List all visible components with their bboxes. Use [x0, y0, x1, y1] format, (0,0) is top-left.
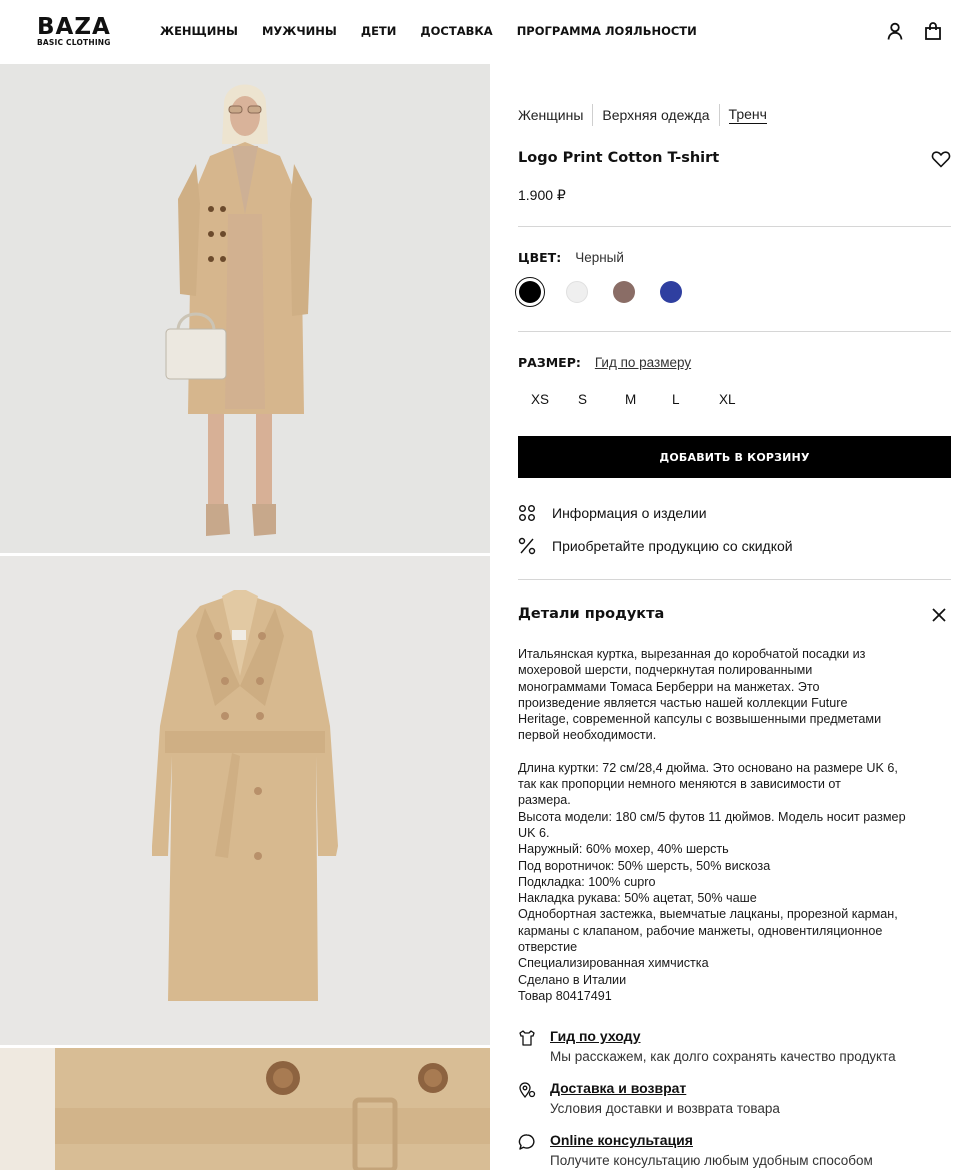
- discount-link[interactable]: Приобретайте продукцию со скидкой: [518, 537, 793, 555]
- online-consultation-link[interactable]: Online консультация: [550, 1132, 693, 1148]
- size-xs[interactable]: XS: [528, 392, 575, 407]
- breadcrumb-outerwear[interactable]: Верхняя одежда: [602, 107, 709, 123]
- logo-subtext: BASIC CLOTHING: [37, 38, 111, 47]
- add-to-cart-button[interactable]: ДОБАВИТЬ В КОРЗИНУ: [518, 436, 951, 478]
- care-icon: [519, 1030, 535, 1046]
- description-line: так как пропорции немного меняются в зав…: [518, 777, 841, 792]
- divider: [518, 226, 951, 227]
- description-line: карманы с клапаном, рабочие манжеты, одн…: [518, 923, 883, 938]
- description-line: отверстие: [518, 940, 578, 955]
- care-guide-link[interactable]: Гид по уходу: [550, 1028, 640, 1044]
- size-s[interactable]: S: [575, 392, 622, 407]
- product-info-label: Информация о изделии: [552, 505, 707, 521]
- delivery-return-link[interactable]: Доставка и возврат: [550, 1080, 686, 1096]
- size-options: XS S M L XL: [528, 392, 763, 407]
- swatch-blue[interactable]: [660, 281, 682, 303]
- breadcrumb-separator: [592, 104, 594, 126]
- divider: [518, 579, 951, 580]
- description-line: Однобортная застежка, выемчатые лацканы,…: [518, 907, 898, 922]
- online-consultation-text: Получите консультацию любым удобным спос…: [550, 1153, 873, 1168]
- color-label: ЦВЕТ:: [518, 250, 562, 265]
- logo[interactable]: BAZA BASIC CLOTHING: [37, 14, 127, 48]
- chat-icon: [518, 1134, 535, 1150]
- bag-icon[interactable]: [923, 21, 943, 41]
- description-line: Накладка рукава: 50% ацетат, 50% чаше: [518, 891, 757, 906]
- description-line: Длина куртки: 72 см/28,4 дюйма. Это осно…: [518, 760, 898, 775]
- color-value: Черный: [575, 250, 624, 265]
- breadcrumb-women[interactable]: Женщины: [518, 107, 583, 123]
- size-selector: РАЗМЕР: Гид по размеру: [518, 355, 691, 370]
- heart-icon[interactable]: [931, 149, 951, 169]
- color-swatches: [515, 277, 707, 307]
- product-photo-coat[interactable]: [0, 556, 490, 1045]
- care-guide-text: Мы расскажем, как долго сохранять качест…: [550, 1049, 896, 1064]
- nav-men[interactable]: МУЖЧИНЫ: [262, 24, 337, 38]
- description-line: Итальянская куртка, вырезанная до коробч…: [518, 647, 866, 661]
- description-line: Сделано в Италии: [518, 972, 627, 987]
- color-selector: ЦВЕТ: Черный: [518, 250, 624, 265]
- product-photo-model[interactable]: [0, 64, 490, 553]
- main-nav: ЖЕНЩИНЫ МУЖЧИНЫ ДЕТИ ДОСТАВКА ПРОГРАММА …: [160, 24, 721, 38]
- details-heading: Детали продукта: [518, 606, 665, 622]
- nav-kids[interactable]: ДЕТИ: [361, 24, 397, 38]
- product-photo-detail[interactable]: [0, 1048, 490, 1170]
- product-description: Итальянская куртка, вырезанная до коробч…: [518, 646, 951, 1004]
- description-line: Специализированная химчистка: [518, 956, 709, 971]
- close-icon[interactable]: [931, 607, 947, 623]
- grid-icon: [519, 505, 535, 521]
- site-header: BAZA BASIC CLOTHING ЖЕНЩИНЫ МУЖЧИНЫ ДЕТИ…: [0, 0, 979, 64]
- header-actions: [885, 21, 943, 41]
- description-line: Под воротничок: 50% шерсть, 50% вискоза: [518, 858, 771, 873]
- description-gap: [518, 744, 951, 760]
- size-guide-link[interactable]: Гид по размеру: [595, 355, 691, 370]
- breadcrumb: Женщины Верхняя одежда Тренч: [518, 104, 767, 126]
- description-line: Наружный: 60% мохер, 40% шерсть: [518, 842, 729, 857]
- size-label: РАЗМЕР:: [518, 355, 581, 370]
- percent-icon: [518, 537, 536, 555]
- logo-text: BAZA: [37, 14, 111, 40]
- discount-label: Приобретайте продукцию со скидкой: [552, 538, 793, 554]
- delivery-pin-icon: [519, 1082, 536, 1099]
- delivery-return-text: Условия доставки и возврата товара: [550, 1101, 780, 1116]
- nav-women[interactable]: ЖЕНЩИНЫ: [160, 24, 238, 38]
- product-gallery: [0, 64, 490, 1170]
- nav-loyalty[interactable]: ПРОГРАММА ЛОЯЛЬНОСТИ: [517, 24, 697, 38]
- product-info-link[interactable]: Информация о изделии: [518, 504, 707, 522]
- breadcrumb-separator: [718, 104, 720, 126]
- description-line: произведение является частью нашей колле…: [518, 695, 848, 710]
- swatch-black[interactable]: [515, 277, 545, 307]
- description-line: размера.: [518, 793, 571, 808]
- swatch-brown[interactable]: [613, 281, 635, 303]
- description-line: Товар 80417491: [518, 988, 612, 1003]
- swatch-white[interactable]: [566, 281, 588, 303]
- description-line: Heritage, современной капсулы с возвышен…: [518, 712, 882, 727]
- size-m[interactable]: M: [622, 392, 669, 407]
- size-xl[interactable]: XL: [716, 392, 763, 407]
- product-title: Logo Print Cotton T-shirt: [518, 150, 720, 166]
- description-line: Подкладка: 100% cupro: [518, 874, 656, 889]
- user-icon[interactable]: [885, 21, 905, 41]
- description-line: UK 6.: [518, 825, 550, 840]
- description-line: первой необходимости.: [518, 728, 657, 743]
- description-line: монограммами Томаса Берберри на манжетах…: [518, 679, 820, 694]
- breadcrumb-trench[interactable]: Тренч: [728, 106, 767, 124]
- divider: [518, 331, 951, 332]
- description-line: мохеровой шерсти, подчеркнутая полирован…: [518, 663, 813, 678]
- size-l[interactable]: L: [669, 392, 716, 407]
- nav-delivery[interactable]: ДОСТАВКА: [420, 24, 492, 38]
- description-line: Высота модели: 180 см/5 футов 11 дюймов.…: [518, 809, 906, 824]
- product-price: 1.900 ₽: [518, 187, 566, 203]
